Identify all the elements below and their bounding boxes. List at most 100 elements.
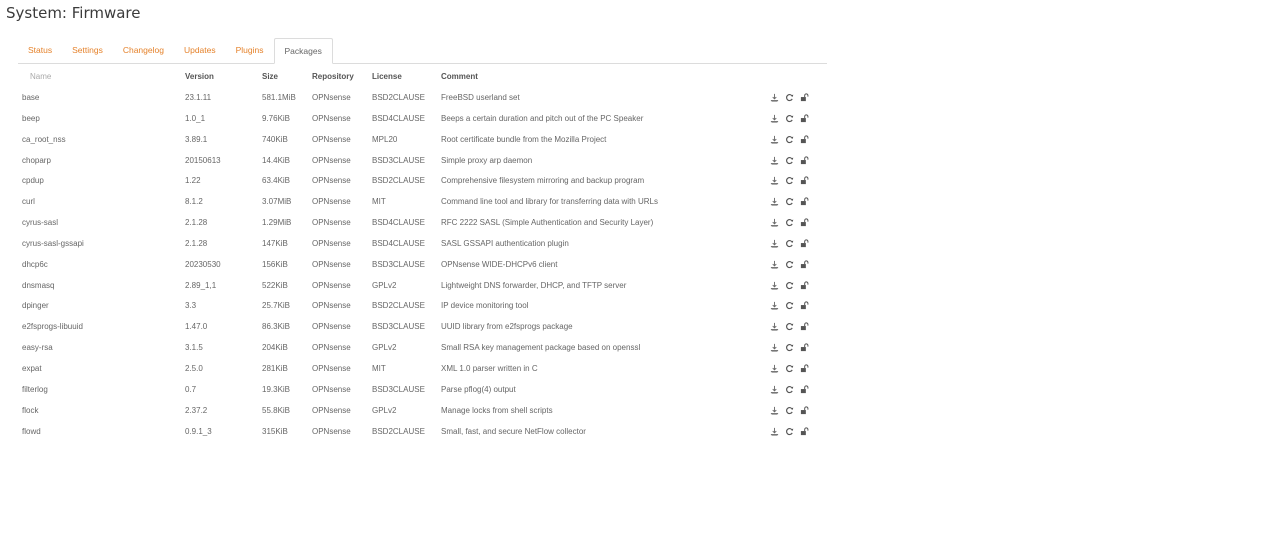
lock-icon[interactable]	[800, 260, 809, 269]
license-icon[interactable]	[770, 135, 779, 144]
package-repository: OPNsense	[312, 363, 351, 373]
package-repository: OPNsense	[312, 176, 351, 186]
table-body: base 23.1.11 581.1MiB OPNsense BSD2CLAUS…	[18, 88, 827, 442]
lock-icon[interactable]	[800, 364, 809, 373]
license-icon[interactable]	[770, 114, 779, 123]
column-header-license[interactable]: License	[372, 66, 402, 88]
lock-icon[interactable]	[800, 385, 809, 394]
package-name: curl	[22, 197, 35, 207]
package-repository: OPNsense	[312, 197, 351, 207]
package-license: MIT	[372, 363, 386, 373]
lock-icon[interactable]	[800, 135, 809, 144]
reinstall-icon[interactable]	[785, 197, 794, 206]
tab-plugins[interactable]: Plugins	[226, 38, 274, 63]
package-name: filterlog	[22, 384, 48, 394]
reinstall-icon[interactable]	[785, 260, 794, 269]
package-comment: SASL GSSAPI authentication plugin	[441, 238, 569, 248]
license-icon[interactable]	[770, 385, 779, 394]
lock-icon[interactable]	[800, 343, 809, 352]
lock-icon[interactable]	[800, 218, 809, 227]
package-comment: Simple proxy arp daemon	[441, 155, 533, 165]
reinstall-icon[interactable]	[785, 156, 794, 165]
license-icon[interactable]	[770, 343, 779, 353]
table-row: flowd 0.9.1_3 315KiB OPNsense BSD2CLAUSE…	[18, 422, 827, 443]
license-icon[interactable]	[770, 406, 779, 415]
tab-updates[interactable]: Updates	[174, 38, 226, 63]
package-license: BSD4CLAUSE	[372, 113, 425, 123]
package-repository: OPNsense	[312, 238, 351, 248]
package-license: BSD2CLAUSE	[372, 426, 425, 436]
license-icon[interactable]	[770, 301, 779, 311]
lock-icon[interactable]	[800, 156, 809, 165]
column-header-version[interactable]: Version	[185, 66, 214, 88]
lock-icon[interactable]	[800, 93, 809, 102]
reinstall-icon[interactable]	[785, 427, 794, 436]
license-icon[interactable]	[770, 322, 779, 332]
license-icon[interactable]	[770, 218, 779, 227]
package-repository: OPNsense	[312, 259, 351, 269]
reinstall-icon[interactable]	[785, 301, 794, 310]
package-version: 3.89.1	[185, 134, 208, 144]
license-icon[interactable]	[770, 156, 779, 165]
package-size: 315KiB	[262, 426, 288, 436]
license-icon[interactable]	[770, 197, 779, 207]
license-icon[interactable]	[770, 239, 779, 248]
table-row: filterlog 0.7 19.3KiB OPNsense BSD3CLAUS…	[18, 380, 827, 401]
tab-changelog[interactable]: Changelog	[113, 38, 174, 63]
package-comment: IP device monitoring tool	[441, 301, 529, 311]
lock-icon[interactable]	[800, 322, 809, 331]
lock-icon[interactable]	[800, 426, 809, 436]
column-header-comment[interactable]: Comment	[441, 66, 478, 88]
package-comment: Small, fast, and secure NetFlow collecto…	[441, 426, 586, 436]
tab-settings[interactable]: Settings	[62, 38, 113, 63]
lock-icon[interactable]	[800, 197, 809, 206]
reinstall-icon[interactable]	[785, 343, 794, 352]
lock-icon[interactable]	[800, 239, 809, 248]
package-version: 2.5.0	[185, 363, 203, 373]
column-header-name[interactable]: Name	[30, 66, 51, 88]
tab-status[interactable]: Status	[18, 38, 62, 63]
lock-icon[interactable]	[800, 301, 809, 310]
reinstall-icon[interactable]	[785, 364, 794, 373]
table-row: expat 2.5.0 281KiB OPNsense MIT XML 1.0 …	[18, 359, 827, 380]
row-actions	[770, 260, 809, 271]
lock-icon[interactable]	[800, 114, 809, 123]
reinstall-icon[interactable]	[785, 281, 794, 290]
reinstall-icon[interactable]	[785, 114, 794, 123]
reinstall-icon[interactable]	[785, 176, 794, 185]
license-icon[interactable]	[770, 281, 779, 290]
lock-icon[interactable]	[800, 176, 809, 185]
reinstall-icon[interactable]	[785, 218, 794, 227]
package-license: MIT	[372, 197, 386, 207]
license-icon[interactable]	[770, 260, 779, 269]
table-row: beep 1.0_1 9.76KiB OPNsense BSD4CLAUSE B…	[18, 109, 827, 130]
package-license: GPLv2	[372, 280, 397, 290]
package-size: 3.07MiB	[262, 197, 292, 207]
row-actions	[770, 406, 809, 417]
reinstall-icon[interactable]	[785, 406, 794, 415]
package-version: 1.0_1	[185, 113, 206, 123]
license-icon[interactable]	[770, 176, 779, 186]
license-icon[interactable]	[770, 93, 779, 102]
lock-icon[interactable]	[800, 406, 809, 415]
license-icon[interactable]	[770, 427, 779, 436]
license-icon[interactable]	[770, 364, 779, 373]
reinstall-icon[interactable]	[785, 93, 794, 102]
package-name: ca_root_nss	[22, 134, 66, 144]
reinstall-icon[interactable]	[785, 385, 794, 394]
package-name: flock	[22, 405, 39, 415]
package-comment: Manage locks from shell scripts	[441, 405, 553, 415]
tab-packages[interactable]: Packages	[273, 38, 333, 64]
reinstall-icon[interactable]	[785, 135, 794, 144]
package-license: BSD3CLAUSE	[372, 384, 425, 394]
package-version: 8.1.2	[185, 197, 203, 207]
column-header-repository[interactable]: Repository	[312, 66, 354, 88]
table-row: easy-rsa 3.1.5 204KiB OPNsense GPLv2 Sma…	[18, 338, 827, 359]
lock-icon[interactable]	[800, 281, 809, 290]
row-actions	[770, 176, 809, 187]
package-license: BSD3CLAUSE	[372, 155, 425, 165]
reinstall-icon[interactable]	[785, 239, 794, 248]
reinstall-icon[interactable]	[785, 322, 794, 331]
column-header-size[interactable]: Size	[262, 66, 278, 88]
package-license: BSD2CLAUSE	[372, 301, 425, 311]
